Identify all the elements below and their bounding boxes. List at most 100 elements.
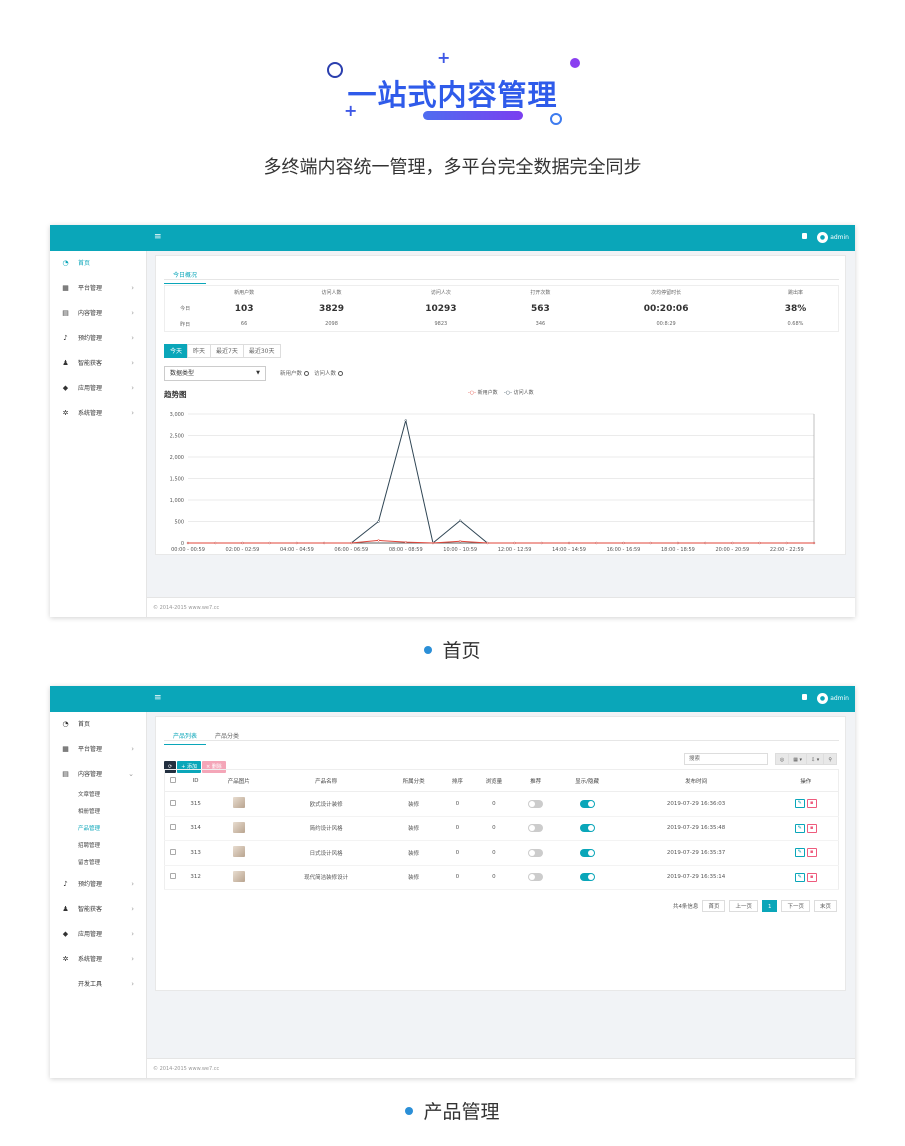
tab-product-category[interactable]: 产品分类 [206, 727, 248, 745]
tab-product-list[interactable]: 产品列表 [164, 727, 207, 745]
pager-first[interactable]: 首页 [702, 900, 726, 912]
users-icon: ♟ [62, 359, 69, 367]
cell-visible [555, 791, 619, 817]
sidebar-item-label: 内容管理 [78, 771, 103, 778]
product-tabs: 产品列表 产品分类 [164, 723, 839, 745]
sidebar-subitem-3[interactable]: 招聘管理 [50, 838, 146, 855]
range-button-3[interactable]: 最近30天 [242, 344, 281, 358]
bars-icon[interactable]: ≡ [154, 232, 162, 242]
bars-icon[interactable]: ≡ [154, 693, 162, 703]
cell-recommend [515, 791, 556, 817]
user-name[interactable]: admin [830, 695, 849, 702]
trash-icon[interactable]: ▪ [806, 799, 817, 809]
chevron-right-icon: › [131, 284, 134, 292]
sidebar-item-3[interactable]: ♪ 预约管理 › [50, 326, 146, 351]
stat-yesterday-value: 66 [240, 321, 248, 328]
sidebar-item-2[interactable]: ▤ 内容管理 › [50, 301, 146, 326]
data-point [513, 541, 516, 545]
export-icon[interactable]: ⇩ ▾ [806, 753, 825, 765]
notification-icon[interactable] [802, 694, 807, 700]
row-checkbox[interactable] [164, 840, 182, 866]
sidebar-subitem-2[interactable]: 产品管理 [50, 821, 146, 838]
sidebar-item-5[interactable]: ◆ 应用管理 › [50, 922, 146, 947]
visible-toggle[interactable] [579, 848, 595, 857]
notification-icon[interactable] [802, 233, 807, 239]
sidebar-item-label: 系统管理 [78, 410, 103, 417]
sidebar-subitem-4[interactable]: 留言管理 [50, 855, 146, 872]
pager-prev[interactable]: 上一页 [729, 900, 758, 912]
chart-legend-new-users[interactable]: -○- 新用户数 [468, 389, 498, 396]
series-line [188, 420, 814, 544]
check-new-users[interactable]: 新用户数 [280, 369, 310, 377]
data-point [785, 541, 788, 545]
pager-next[interactable]: 下一页 [781, 900, 810, 912]
row-checkbox[interactable] [164, 791, 182, 817]
visible-toggle[interactable] [579, 799, 595, 808]
data-point [567, 541, 571, 545]
sidebar-item-0[interactable]: ◔ 首页 [50, 251, 146, 276]
check-visitors[interactable]: 访问人数 [314, 369, 344, 377]
sidebar-item-2[interactable]: ▤ 内容管理 ⌄ [50, 762, 146, 787]
avatar[interactable]: ● [817, 232, 828, 243]
edit-icon[interactable]: ✎ [794, 799, 805, 809]
user-name[interactable]: admin [830, 234, 849, 241]
visible-toggle[interactable] [579, 873, 595, 882]
cell-views: 0 [472, 791, 516, 817]
sidebar-subitem-0[interactable]: 文章管理 [50, 787, 146, 804]
column-header: 显示/隐藏 [555, 769, 619, 792]
eye-icon[interactable]: ◎ [774, 753, 790, 765]
sidebar-subitem-1[interactable]: 相册管理 [50, 804, 146, 821]
row-checkbox[interactable] [164, 865, 182, 890]
header-checkbox[interactable] [164, 769, 182, 792]
stat-header: 新用户数 [234, 290, 255, 297]
sidebar-item-7[interactable]: 开发工具 › [50, 972, 146, 997]
sidebar-item-4[interactable]: ♟ 智能获客 › [50, 351, 146, 376]
sidebar-item-1[interactable]: ▦ 平台管理 › [50, 276, 146, 301]
stat-header: 跳出率 [787, 290, 803, 297]
x-tick-label: 08:00 - 08:59 [389, 547, 423, 553]
chevron-down-icon: ⌄ [128, 770, 134, 778]
recommend-toggle[interactable] [528, 848, 544, 857]
trash-icon[interactable]: ▪ [806, 872, 817, 882]
sidebar-item-3[interactable]: ♪ 预约管理 › [50, 872, 146, 897]
search-icon[interactable]: ⚲ [823, 753, 837, 765]
sidebar-item-4[interactable]: ♟ 智能获客 › [50, 897, 146, 922]
x-tick-label: 16:00 - 16:59 [607, 547, 641, 553]
data-point [649, 541, 652, 545]
cell-views: 0 [472, 840, 516, 866]
sidebar-item-5[interactable]: ◆ 应用管理 › [50, 376, 146, 401]
edit-icon[interactable]: ✎ [794, 848, 805, 858]
data-point [404, 540, 407, 544]
data-type-select[interactable]: 数据类型 ▼ [164, 366, 266, 381]
sidebar-item-1[interactable]: ▦ 平台管理 › [50, 737, 146, 762]
range-button-1[interactable]: 昨天 [187, 344, 212, 358]
cell-image [209, 865, 268, 890]
recommend-toggle[interactable] [528, 799, 544, 808]
trash-icon[interactable]: ▪ [806, 823, 817, 833]
avatar[interactable]: ● [817, 693, 828, 704]
trash-icon[interactable]: ▪ [806, 848, 817, 858]
recommend-toggle[interactable] [528, 873, 544, 882]
edit-icon[interactable]: ✎ [794, 872, 805, 882]
recommend-toggle[interactable] [528, 824, 544, 833]
sidebar-item-6[interactable]: ✲ 系统管理 › [50, 947, 146, 972]
chart-legend-visitors[interactable]: -○- 访问人数 [504, 389, 534, 396]
cell-time: 2019-07-29 16:35:37 [618, 840, 774, 866]
cell-actions: ✎ ▪ [773, 816, 839, 841]
edit-icon[interactable]: ✎ [794, 823, 805, 833]
tab-today-overview[interactable]: 今日概况 [164, 266, 207, 284]
data-point [186, 541, 190, 545]
pager-current[interactable]: 1 [761, 900, 778, 912]
row-checkbox[interactable] [164, 816, 182, 841]
pager-last[interactable]: 末页 [813, 900, 837, 912]
range-button-0[interactable]: 今天 [164, 344, 189, 358]
columns-icon[interactable]: ▦ ▾ [788, 753, 808, 765]
sidebar-item-6[interactable]: ✲ 系统管理 › [50, 401, 146, 426]
chevron-right-icon: › [131, 980, 134, 988]
range-button-2[interactable]: 最近7天 [210, 344, 244, 358]
cell-sort: 0 [442, 865, 472, 890]
sidebar-item-0[interactable]: ◔ 首页 [50, 712, 146, 737]
search-input[interactable]: 搜索 [684, 753, 768, 765]
visible-toggle[interactable] [579, 824, 595, 833]
data-point [377, 539, 380, 542]
